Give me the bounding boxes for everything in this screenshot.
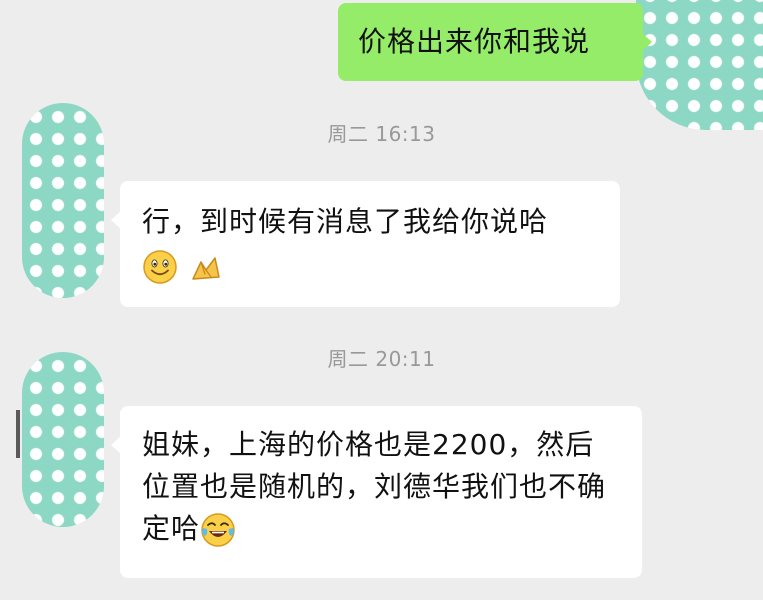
- crying-laughing-emoji-icon: [201, 513, 235, 547]
- scroll-indicator: [16, 410, 20, 458]
- contact-avatar[interactable]: [22, 103, 104, 298]
- message-timestamp: 周二 16:13: [327, 122, 436, 146]
- message-bubble-incoming[interactable]: 姐妹，上海的价格也是2200，然后位置也是随机的，刘德华我们也不确定哈: [111, 406, 642, 578]
- message-bubble-incoming[interactable]: 行，到时候有消息了我给你说哈: [111, 181, 620, 307]
- self-avatar[interactable]: [636, 0, 763, 130]
- contact-avatar[interactable]: [22, 352, 104, 527]
- message-timestamp: 周二 20:11: [327, 347, 436, 371]
- message-bubble-outgoing[interactable]: 价格出来你和我说: [338, 3, 652, 81]
- emoji-row: [142, 245, 598, 287]
- smile-emoji-icon: [143, 250, 177, 284]
- message-text: 行，到时候有消息了我给你说哈: [142, 205, 549, 238]
- ok-hand-emoji-icon: [192, 257, 220, 280]
- message-text: 价格出来你和我说: [358, 25, 591, 58]
